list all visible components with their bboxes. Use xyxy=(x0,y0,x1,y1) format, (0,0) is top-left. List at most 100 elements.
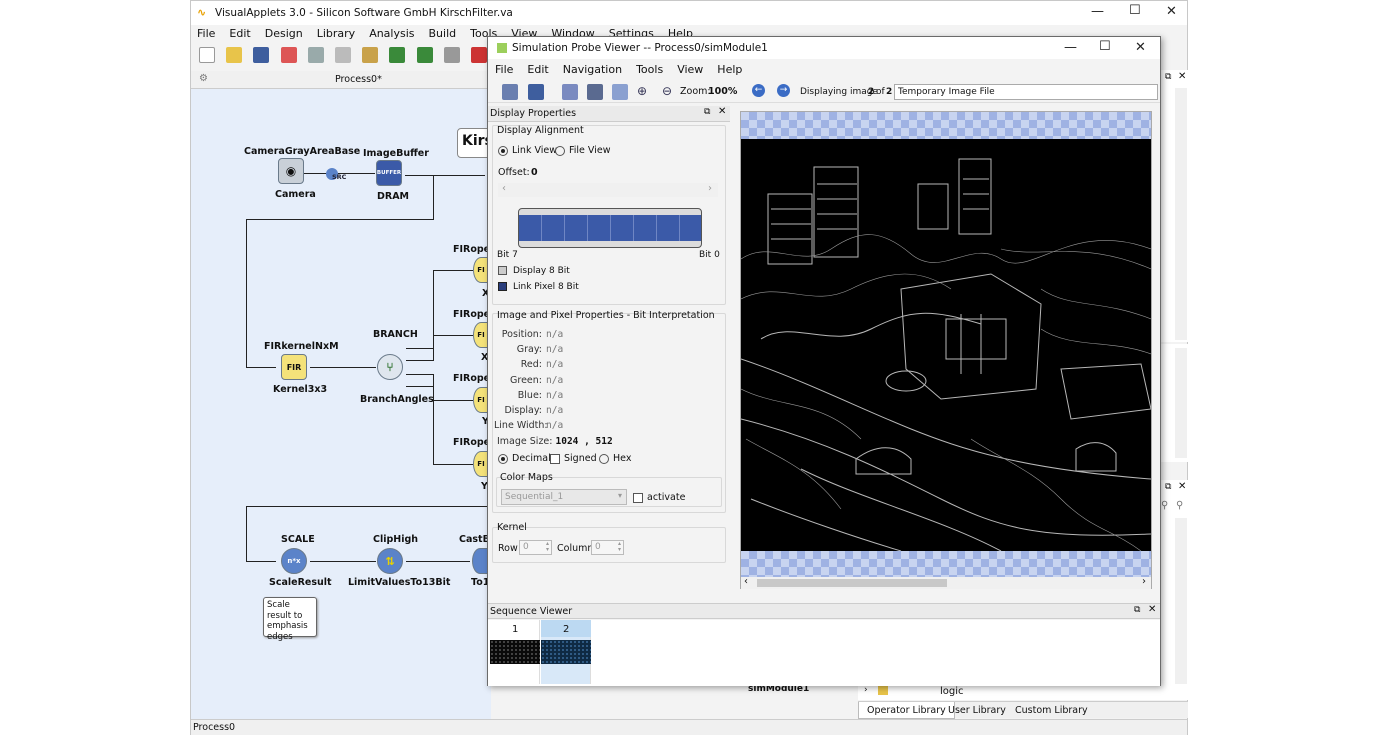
panel-close-icon[interactable]: ✕ xyxy=(1148,604,1156,615)
scroll-thumb[interactable] xyxy=(757,579,947,587)
tab-operator-library[interactable]: Operator Library xyxy=(858,702,955,719)
decimal-radio[interactable]: Decimal xyxy=(498,453,551,464)
canvas-tab-header: ⚙ Process0* xyxy=(191,71,491,89)
zoom-out-icon[interactable]: ⚲ xyxy=(1176,500,1183,511)
new-file-icon[interactable] xyxy=(199,47,215,63)
image-viewport[interactable]: ‹ › xyxy=(740,111,1152,589)
undo-icon[interactable] xyxy=(389,47,406,63)
canvas-tab-title[interactable]: Process0* xyxy=(335,74,382,85)
export-icon[interactable] xyxy=(502,84,518,100)
probe-image[interactable] xyxy=(741,139,1151,551)
close-panel-icon[interactable]: ✕ xyxy=(1178,71,1186,82)
copy-icon[interactable] xyxy=(334,47,351,63)
probe-menu-edit[interactable]: Edit xyxy=(527,63,548,76)
restore-icon[interactable]: ⧉ xyxy=(1165,482,1171,492)
signed-checkbox[interactable]: Signed xyxy=(550,453,597,464)
scrollbar[interactable] xyxy=(1175,348,1187,458)
activate-checkbox[interactable]: activate xyxy=(633,492,685,503)
build-icon[interactable] xyxy=(470,47,487,63)
probe-menu-view[interactable]: View xyxy=(677,63,703,76)
hex-radio[interactable]: Hex xyxy=(599,453,631,464)
image-size-row: Image Size: 1024 , 512 xyxy=(497,436,613,447)
comment-note[interactable]: Scale result to emphasis edges xyxy=(263,597,317,642)
file-view-radio[interactable]: File View xyxy=(555,145,610,156)
fullscreen-icon[interactable] xyxy=(587,84,603,100)
sequence-viewer-title: Sequence Viewer xyxy=(490,606,573,617)
branch-node[interactable]: ⑂ xyxy=(377,354,403,380)
sequence-frame-selected[interactable]: 2 xyxy=(541,620,591,684)
menu-design[interactable]: Design xyxy=(265,27,303,40)
camera-node[interactable]: ◉ xyxy=(278,158,304,184)
link-view-radio[interactable]: Link View xyxy=(498,145,557,156)
probe-save-icon[interactable] xyxy=(528,84,544,100)
displaying-prefix: Displaying image xyxy=(800,87,878,97)
zoom-in-icon[interactable]: ⚲ xyxy=(1161,500,1168,511)
pin-icon[interactable]: ⚙ xyxy=(199,73,208,84)
image-index: 2 xyxy=(868,87,875,97)
slider-left-icon[interactable]: ‹ xyxy=(502,183,506,194)
panel-close-icon[interactable]: ✕ xyxy=(718,106,726,117)
menu-file[interactable]: File xyxy=(197,27,215,40)
open-folder-icon[interactable] xyxy=(226,47,243,63)
diagram-canvas[interactable] xyxy=(191,89,491,719)
minimize-icon[interactable]: — xyxy=(1091,4,1104,19)
probe-minimize-icon[interactable]: — xyxy=(1064,40,1077,55)
tab-custom-library[interactable]: Custom Library xyxy=(1015,705,1088,716)
probe-zoom-out-icon[interactable]: ⊖ xyxy=(662,84,672,98)
actual-size-icon[interactable] xyxy=(612,84,628,100)
scrollbar[interactable] xyxy=(1175,88,1187,340)
expand-arrow-icon[interactable]: › xyxy=(864,685,868,695)
menu-analysis[interactable]: Analysis xyxy=(369,27,414,40)
clip-node[interactable]: ⇅ xyxy=(377,548,403,574)
display-properties-header: Display Properties ⧉ ✕ xyxy=(488,106,730,122)
row-spinner[interactable]: 0 ▴ ▾ xyxy=(519,540,552,555)
restore-icon[interactable]: ⧉ xyxy=(1165,72,1171,82)
panel-restore-icon[interactable]: ⧉ xyxy=(1134,605,1140,615)
sequence-frame[interactable]: 1 xyxy=(490,620,540,684)
redo-icon[interactable] xyxy=(416,47,433,63)
bit-low-label: Bit 0 xyxy=(699,250,720,260)
delete-icon[interactable] xyxy=(443,47,460,63)
cast-node[interactable] xyxy=(472,548,488,574)
library-tabs: Operator Library User Library Custom Lib… xyxy=(858,701,1188,719)
column-spinner[interactable]: 0 ▴ ▾ xyxy=(591,540,624,555)
scroll-left-icon[interactable]: ‹ xyxy=(744,576,748,587)
horizontal-scrollbar[interactable]: ‹ › xyxy=(741,576,1151,589)
menu-library[interactable]: Library xyxy=(317,27,355,40)
close-panel-icon[interactable]: ✕ xyxy=(1178,481,1186,492)
close-icon[interactable]: ✕ xyxy=(1166,4,1177,19)
scrollbar[interactable] xyxy=(1175,518,1187,696)
offset-slider[interactable]: ‹ › xyxy=(498,183,718,197)
tab-user-library[interactable]: User Library xyxy=(948,705,1006,716)
probe-menu-navigation[interactable]: Navigation xyxy=(563,63,622,76)
offset-label: Offset: xyxy=(498,167,530,178)
probe-menu-file[interactable]: File xyxy=(495,63,513,76)
close-file-icon[interactable] xyxy=(280,47,297,63)
color-map-select[interactable]: Sequential_1 ▾ xyxy=(501,489,627,505)
panel-restore-icon[interactable]: ⧉ xyxy=(704,107,710,117)
probe-zoom-in-icon[interactable]: ⊕ xyxy=(637,84,647,98)
menu-edit[interactable]: Edit xyxy=(229,27,250,40)
slider-right-icon[interactable]: › xyxy=(708,183,712,194)
save-icon[interactable] xyxy=(253,47,270,63)
image-buffer-node[interactable]: BUFFER xyxy=(376,160,402,186)
paste-icon[interactable] xyxy=(362,47,379,63)
tree-item-logic[interactable]: logic xyxy=(940,686,964,697)
probe-close-icon[interactable]: ✕ xyxy=(1135,40,1146,55)
probe-maximize-icon[interactable]: ☐ xyxy=(1099,39,1111,54)
fit-icon[interactable] xyxy=(562,84,578,100)
comment-text: Scale result to emphasis edges xyxy=(267,600,308,642)
link-view-label: Link View xyxy=(512,145,558,156)
fir-kernel-node[interactable]: FIR xyxy=(281,354,307,380)
legend-swatch-gray xyxy=(498,266,507,275)
menu-build[interactable]: Build xyxy=(429,27,457,40)
probe-menu-help[interactable]: Help xyxy=(717,63,742,76)
image-file-field[interactable]: Temporary Image File xyxy=(894,84,1158,100)
scroll-right-icon[interactable]: › xyxy=(1142,576,1146,587)
prev-image-icon[interactable]: ← xyxy=(752,84,765,97)
next-image-icon[interactable]: → xyxy=(777,84,790,97)
probe-menu-tools[interactable]: Tools xyxy=(636,63,663,76)
scale-node[interactable]: n*x xyxy=(281,548,307,574)
maximize-icon[interactable]: ☐ xyxy=(1129,3,1141,18)
move-icon[interactable] xyxy=(307,47,324,63)
